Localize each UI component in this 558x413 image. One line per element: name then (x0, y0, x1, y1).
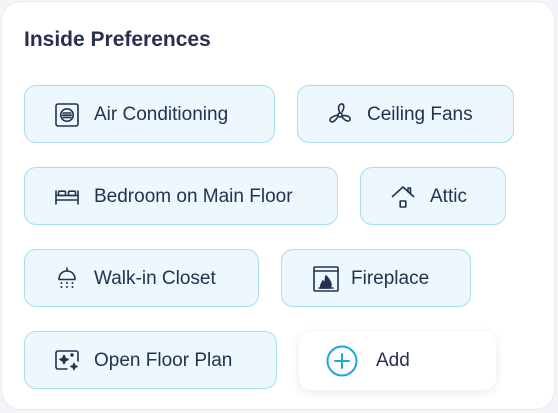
ceiling-fan-icon (326, 101, 354, 129)
chip-bedroom-on-main-floor[interactable]: Bedroom on Main Floor (24, 167, 338, 225)
plus-circle-icon (326, 345, 358, 377)
add-button-label: Add (376, 350, 410, 371)
attic-house-icon (389, 183, 417, 211)
bed-icon (53, 183, 81, 211)
inside-preferences-card: Inside Preferences Air Conditioning Ceil… (1, 1, 555, 410)
chip-walk-in-closet[interactable]: Walk-in Closet (24, 249, 259, 307)
air-conditioner-icon (53, 101, 81, 129)
chip-label: Air Conditioning (94, 104, 229, 125)
add-preference-button[interactable]: Add (299, 332, 496, 390)
chip-ceiling-fans[interactable]: Ceiling Fans (297, 85, 514, 143)
chip-label: Attic (430, 186, 467, 207)
chip-open-floor-plan[interactable]: Open Floor Plan (24, 331, 277, 389)
fireplace-icon (312, 265, 340, 293)
chip-attic[interactable]: Attic (360, 167, 506, 225)
chip-label: Open Floor Plan (94, 350, 233, 371)
open-floor-plan-icon (53, 347, 81, 375)
chip-air-conditioning[interactable]: Air Conditioning (24, 85, 275, 143)
chip-label: Walk-in Closet (94, 268, 216, 289)
section-title: Inside Preferences (24, 28, 211, 51)
chip-label: Fireplace (351, 268, 430, 289)
chip-label: Ceiling Fans (367, 104, 473, 125)
chip-label: Bedroom on Main Floor (94, 186, 293, 207)
chip-fireplace[interactable]: Fireplace (281, 249, 471, 307)
closet-icon (53, 265, 81, 293)
